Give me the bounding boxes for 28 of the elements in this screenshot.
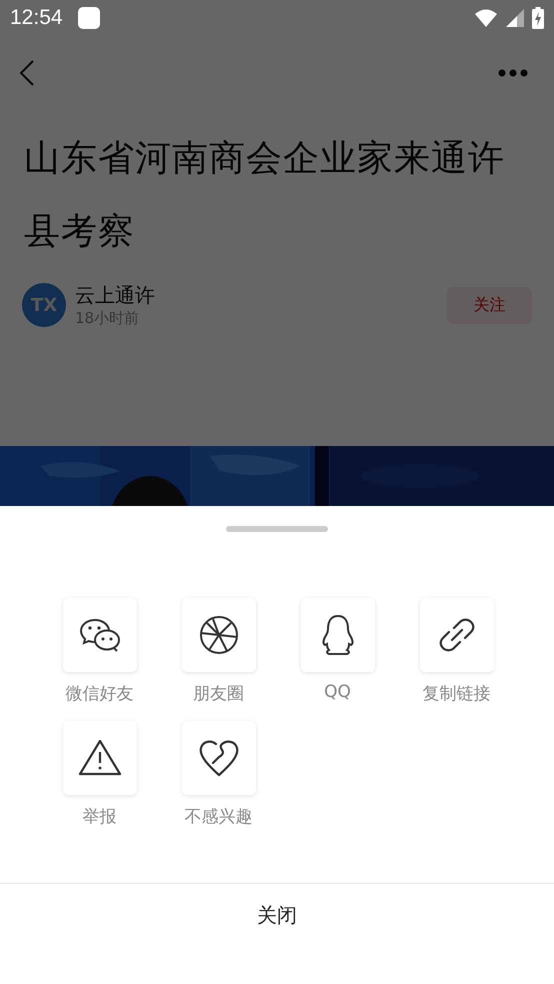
warning-icon xyxy=(78,739,122,777)
share-option[interactable] xyxy=(182,598,256,672)
follow-button[interactable]: 关注 xyxy=(447,286,532,324)
wifi-icon xyxy=(474,8,498,28)
aperture-icon xyxy=(198,615,238,655)
share-option-label[interactable]: 朋友圈 xyxy=(193,682,244,705)
share-option[interactable] xyxy=(300,598,374,672)
chat-bubbles-icon xyxy=(78,618,120,652)
share-option[interactable] xyxy=(182,721,256,795)
back-icon[interactable] xyxy=(20,60,34,86)
share-option-label[interactable]: 微信好友 xyxy=(66,682,134,705)
share-option-label[interactable]: 复制链接 xyxy=(422,682,490,705)
share-option[interactable] xyxy=(420,598,494,672)
share-option[interactable] xyxy=(62,598,136,672)
status-time: 12:54 xyxy=(10,6,63,30)
more-icon[interactable] xyxy=(498,69,528,77)
author-name[interactable]: 云上通许 xyxy=(75,282,438,309)
article-title: 山东省河南商会企业家来通许县考察 xyxy=(24,137,506,254)
avatar[interactable]: TX xyxy=(22,283,66,327)
share-option-label[interactable]: 不感兴趣 xyxy=(184,805,252,828)
notification-icon xyxy=(76,6,101,30)
drag-handle[interactable] xyxy=(226,526,328,532)
signal-icon xyxy=(506,9,524,27)
share-option[interactable] xyxy=(62,721,136,795)
battery-icon xyxy=(532,7,544,29)
share-option-label[interactable]: 举报 xyxy=(82,805,116,828)
share-option-label[interactable]: QQ xyxy=(324,682,351,702)
penguin-icon xyxy=(320,614,354,656)
